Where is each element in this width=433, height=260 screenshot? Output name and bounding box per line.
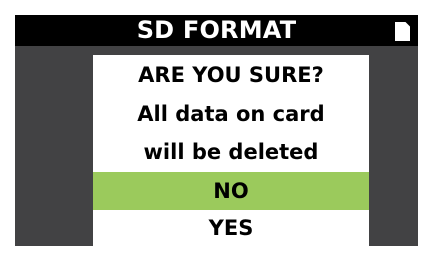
yes-option[interactable]: YES xyxy=(93,210,369,246)
device-screen: SD FORMAT ARE YOU SURE? All data on card… xyxy=(15,15,418,246)
confirm-dialog: ARE YOU SURE? All data on card will be d… xyxy=(93,55,369,246)
dialog-heading: ARE YOU SURE? xyxy=(138,63,324,87)
title-bar: SD FORMAT xyxy=(15,15,418,46)
screen-title: SD FORMAT xyxy=(136,16,297,44)
sd-card-icon xyxy=(395,22,410,41)
dialog-message-line-1: All data on card xyxy=(137,102,325,126)
dialog-message-line-2: will be deleted xyxy=(143,140,319,164)
no-option[interactable]: NO xyxy=(93,172,369,210)
